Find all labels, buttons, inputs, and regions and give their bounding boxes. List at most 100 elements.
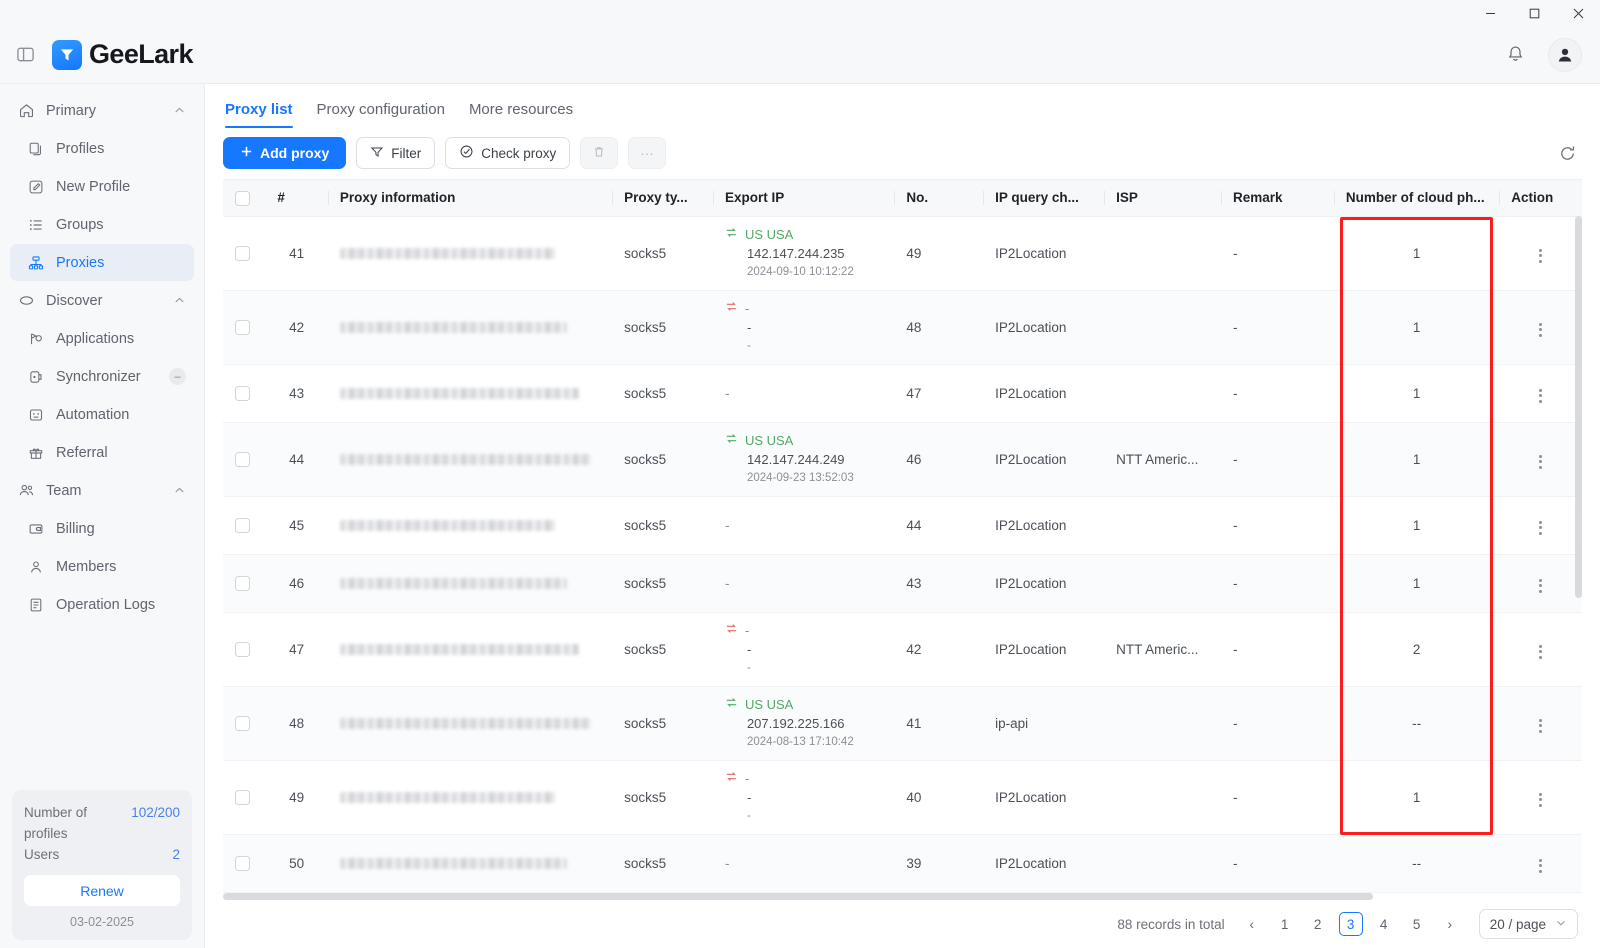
sidebar-item-groups[interactable]: Groups [10,206,194,243]
row-more-actions-icon[interactable] [1535,715,1546,737]
page-button-4[interactable]: 4 [1372,912,1396,936]
sync-icon [28,369,50,385]
sidebar-item-automation[interactable]: Automation [10,396,194,433]
sidebar-item-profiles[interactable]: Profiles [10,130,194,167]
sidebar-item-billing[interactable]: Billing [10,510,194,547]
table-toolbar: Add proxy Filter Check proxy ··· [205,128,1600,179]
export-ip-status: - [725,299,882,318]
table-row[interactable]: 47 socks5- - -42 IP2Location NTT Americ... -2 [223,612,1582,687]
redacted-proxy-information [339,519,555,531]
table-row[interactable]: 43 socks5-47 IP2Location -1 [223,364,1582,423]
sidebar-item-operation-logs[interactable]: Operation Logs [10,586,194,623]
filter-button[interactable]: Filter [356,137,436,169]
sidebar-item-label: Synchronizer [56,368,141,385]
sidebar-item-referral[interactable]: Referral [10,434,194,471]
row-no: 49 [894,216,984,291]
export-ip-timestamp: 2024-09-10 10:12:22 [746,265,854,278]
page-button-5[interactable]: 5 [1405,912,1429,936]
col-action[interactable]: Action [1499,180,1582,217]
col-remark[interactable]: Remark [1221,180,1334,217]
tab-more-resources[interactable]: More resources [457,101,585,128]
vertical-scrollbar[interactable] [1575,216,1582,886]
table-row[interactable]: 44 socks5 US USA 142.147.244.249 2024-09-23 … [223,422,1582,497]
row-checkbox[interactable] [235,451,250,467]
row-checkbox[interactable] [235,789,250,805]
sidebar-group-primary[interactable]: Primary [10,92,194,129]
tab-proxy-list[interactable]: Proxy list [223,101,305,128]
sidebar-item-new-profile[interactable]: New Profile [10,168,194,205]
row-proxy-type: socks5 [612,612,713,687]
row-proxy-information [327,554,613,613]
row-isp [1104,686,1222,761]
more-actions-button[interactable]: ··· [628,137,666,169]
select-all-checkbox[interactable] [235,190,250,206]
horizontal-scrollbar[interactable] [223,893,1568,900]
col-no[interactable]: No. [894,180,984,217]
sidebar-item-proxies[interactable]: Proxies [10,244,194,281]
row-more-actions-icon[interactable] [1535,385,1546,407]
row-checkbox[interactable] [235,641,250,657]
row-checkbox[interactable] [235,575,250,591]
panel-toggle-icon[interactable] [12,42,38,68]
table-row[interactable]: 42 socks5- - -48 IP2Location -1 [223,290,1582,365]
sidebar-item-members[interactable]: Members [10,548,194,585]
table-row[interactable]: 46 socks5-43 IP2Location -1 [223,554,1582,613]
page-button-2[interactable]: 2 [1306,912,1330,936]
header-actions [1498,37,1582,72]
renew-button[interactable]: Renew [24,875,180,906]
row-checkbox[interactable] [235,715,250,731]
page-button-3[interactable]: 3 [1338,912,1363,936]
col-proxy-type[interactable]: Proxy ty... [612,180,713,217]
bell-icon[interactable] [1498,38,1532,72]
delete-button[interactable] [580,137,619,169]
transfer-arrows-icon [725,225,738,244]
col-isp[interactable]: ISP [1104,180,1222,217]
page-size-select[interactable]: 20 / page [1478,909,1578,939]
row-index: 49 [265,760,328,835]
page-button-1[interactable]: 1 [1273,912,1297,936]
row-more-actions-icon[interactable] [1535,641,1546,663]
filter-label: Filter [391,145,422,161]
add-proxy-button[interactable]: Add proxy [223,137,347,169]
sidebar-group-discover[interactable]: Discover [10,282,194,319]
col-index[interactable]: # [265,180,328,217]
col-number-of-cloud-phones[interactable]: Number of cloud ph... [1333,180,1500,217]
brand-logo[interactable]: GeeLark [52,39,193,70]
close-button[interactable] [1556,0,1600,26]
user-avatar[interactable] [1548,37,1582,72]
row-checkbox[interactable] [235,855,250,871]
table-row[interactable]: 49 socks5- - -40 IP2Location -1 [223,760,1582,835]
row-more-actions-icon[interactable] [1535,245,1546,267]
prev-page-button[interactable]: ‹ [1240,912,1264,936]
col-proxy-information[interactable]: Proxy information [327,180,613,217]
row-more-actions-icon[interactable] [1535,517,1546,539]
table-row[interactable]: 41 socks5 US USA 142.147.244.235 2024-09-10 … [223,216,1582,291]
row-more-actions-icon[interactable] [1535,451,1546,473]
row-more-actions-icon[interactable] [1535,575,1546,597]
export-ip-cell: US USA 207.192.225.166 2024-08-13 17:10:42 [725,687,882,760]
row-more-actions-icon[interactable] [1535,789,1546,811]
row-no: 46 [894,422,984,497]
col-export-ip[interactable]: Export IP [712,180,895,217]
check-proxy-button[interactable]: Check proxy [445,137,571,169]
refresh-icon[interactable] [1552,138,1582,168]
table-row[interactable]: 45 socks5-44 IP2Location -1 [223,496,1582,555]
tab-proxy-configuration[interactable]: Proxy configuration [305,101,457,128]
col-ip-query-channel[interactable]: IP query ch... [983,180,1105,217]
row-more-actions-icon[interactable] [1535,855,1546,877]
row-checkbox[interactable] [235,245,250,261]
row-checkbox[interactable] [235,385,250,401]
row-checkbox[interactable] [235,319,250,335]
row-more-actions-icon[interactable] [1535,319,1546,341]
minimize-button[interactable] [1468,0,1512,26]
sidebar-group-team[interactable]: Team [10,472,194,509]
next-page-button[interactable]: › [1438,912,1462,936]
table-row[interactable]: 50 socks5-39 IP2Location - -- [223,834,1582,893]
sidebar-item-synchronizer[interactable]: Synchronizer – [10,358,194,395]
table-row[interactable]: 48 socks5 US USA 207.192.225.166 2024-08-13 … [223,686,1582,761]
row-isp [1104,496,1222,555]
row-checkbox[interactable] [235,517,250,533]
sidebar-item-applications[interactable]: Applications [10,320,194,357]
maximize-button[interactable] [1512,0,1556,26]
export-ip-cell: US USA 142.147.244.235 2024-09-10 10:12:22 [725,217,882,290]
